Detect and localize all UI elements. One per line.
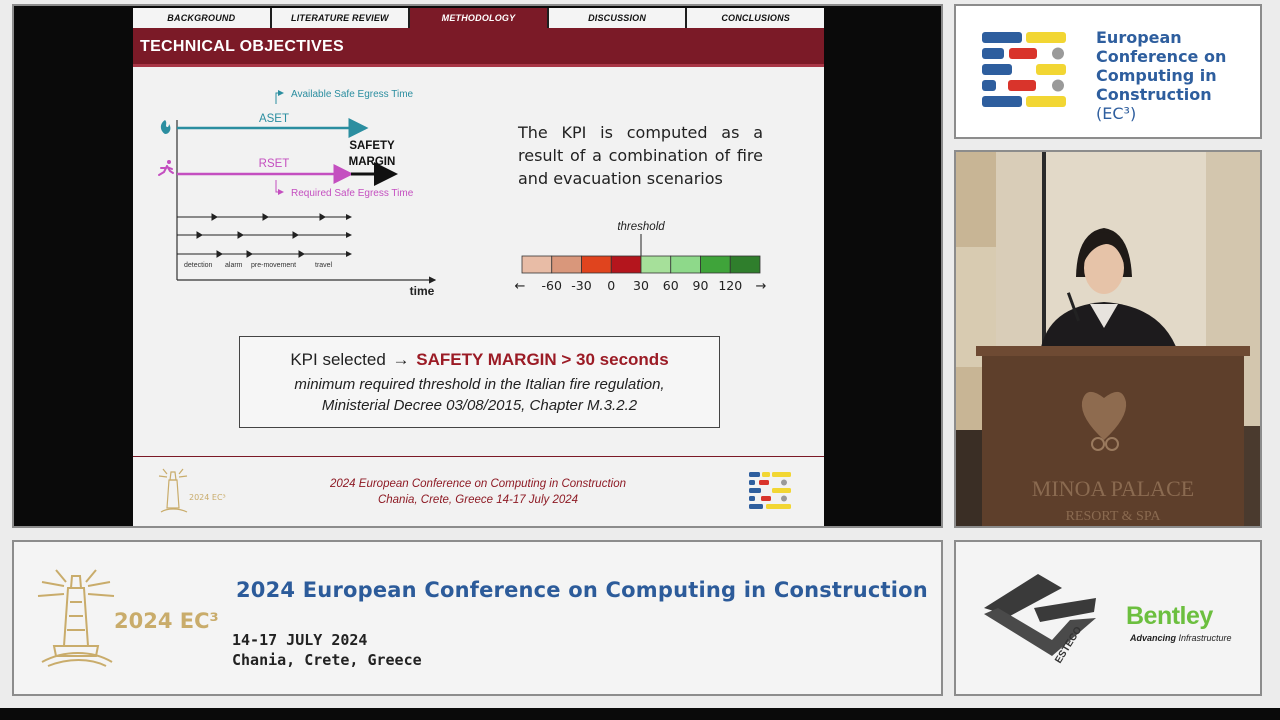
scale-tick-label: 30 — [633, 278, 649, 293]
phase-pre-movement: pre-movement — [251, 262, 296, 269]
safety-margin-label-1: SAFETY — [349, 140, 395, 152]
kpi-selected-line: KPI selected → SAFETY MARGIN > 30 second… — [240, 350, 719, 370]
conference-name-line2: Conference on — [1096, 47, 1227, 66]
scale-left-arrow: ← — [515, 279, 526, 294]
phase-travel: travel — [315, 262, 333, 269]
slide-footer-text: 2024 European Conference on Computing in… — [283, 476, 673, 508]
conference-banner: 2024 EC³ 2024 European Conference on Com… — [12, 540, 943, 696]
kpi-arrow: → — [392, 350, 410, 369]
kpi-emphasis: SAFETY MARGIN > 30 seconds — [416, 350, 669, 369]
aset-full-label: Available Safe Egress Time — [291, 89, 414, 100]
slide-footer-ec3-logo — [749, 472, 791, 509]
slide-footer-logo-text: 2024 EC³ — [189, 493, 226, 502]
bentley-tagline-bold: Advancing — [1130, 633, 1177, 643]
conference-name-line4: Construction — [1096, 85, 1212, 104]
slide-footer-location: Chania, Crete, Greece 14-17 July 2024 — [377, 494, 579, 506]
scale-tick-label: -30 — [571, 278, 591, 293]
conference-name-line5: (EC³) — [1096, 104, 1137, 123]
running-person-icon — [158, 160, 174, 176]
banner-ec3-text: 2024 EC³ — [114, 609, 219, 633]
safety-margin-label-2: MARGIN — [349, 156, 396, 168]
fire-icon — [160, 120, 171, 134]
scale-tick-label: 90 — [693, 278, 709, 293]
podium-sign-line1: MINOA PALACE — [1032, 476, 1194, 501]
ec3-logo-icon — [982, 32, 1066, 107]
phase-timelines — [177, 213, 352, 258]
scale-segment — [729, 255, 761, 274]
kpi-description: The KPI is computed as a result of a com… — [518, 123, 763, 188]
slide: BACKGROUND LITERATURE REVIEW METHODOLOGY… — [133, 8, 824, 526]
podium-sign-line2: RESORT & SPA — [1066, 509, 1162, 524]
slide-footer-conference: 2024 European Conference on Computing in… — [330, 478, 626, 490]
conference-name-line1: European — [1096, 28, 1182, 47]
conference-name-line3: Computing in — [1096, 66, 1217, 85]
presentation-panel: BACKGROUND LITERATURE REVIEW METHODOLOGY… — [12, 4, 943, 528]
phase-alarm: alarm — [225, 262, 243, 269]
kpi-prefix: KPI selected — [290, 350, 386, 369]
bottom-black-bar — [0, 708, 1280, 720]
scale-segment — [610, 255, 642, 274]
scale-tick-label: 0 — [607, 278, 615, 293]
speaker-video-frame: MINOA PALACE RESORT & SPA — [956, 152, 1260, 526]
bentley-tagline: Advancing Infrastructure — [1130, 633, 1232, 643]
conference-name: European Conference on Computing in Cons… — [1096, 28, 1256, 123]
rset-full-label: Required Safe Egress Time — [291, 188, 414, 199]
conference-logo-panel: European Conference on Computing in Cons… — [954, 4, 1262, 139]
esteco-logo: ESTECO — [984, 574, 1096, 666]
threshold-label: threshold — [617, 221, 665, 233]
scale-segment — [581, 255, 612, 274]
rset-callout — [275, 180, 284, 195]
aset-label: ASET — [259, 113, 289, 125]
bentley-tagline-rest: Infrastructure — [1176, 633, 1232, 643]
speaker-video-panel: MINOA PALACE RESORT & SPA — [954, 150, 1262, 528]
kpi-note-line1: minimum required threshold in the Italia… — [294, 376, 665, 393]
aset-callout — [275, 90, 284, 104]
scale-right-arrow: → — [756, 279, 767, 294]
scale-tick-label: 120 — [718, 278, 742, 293]
scale-tick-label: -60 — [542, 278, 562, 293]
slide-footer-divider — [133, 456, 824, 457]
kpi-note-line2: Ministerial Decree 03/08/2015, Chapter M… — [321, 397, 638, 414]
time-label: time — [410, 284, 435, 298]
banner-dates: 14-17 JULY 2024 — [232, 631, 368, 649]
rset-label: RSET — [259, 158, 290, 170]
scale-segment — [670, 255, 701, 274]
slide-footer-lighthouse-logo: 2024 EC³ — [158, 468, 226, 513]
lighthouse-logo — [37, 569, 115, 667]
color-scale-bar — [521, 255, 761, 274]
kpi-selected-box: KPI selected → SAFETY MARGIN > 30 second… — [239, 336, 720, 428]
scale-segment — [640, 255, 672, 274]
scale-segment — [700, 255, 731, 274]
bentley-logo: Bentley — [1126, 602, 1213, 630]
scale-tick-labels: -60 -30 0 30 60 90 120 — [542, 278, 743, 293]
phase-detection: detection — [184, 262, 213, 269]
banner-title: 2024 European Conference on Computing in… — [236, 578, 928, 602]
banner-dates-block: 14-17 JULY 2024 Chania, Crete, Greece — [232, 630, 422, 670]
scale-segment — [521, 255, 553, 274]
scale-tick-label: 60 — [663, 278, 679, 293]
banner-location: Chania, Crete, Greece — [232, 651, 422, 669]
scale-segment — [551, 255, 582, 274]
sponsors-panel: ESTECO Bentley Advancing Infrastructure — [954, 540, 1262, 696]
